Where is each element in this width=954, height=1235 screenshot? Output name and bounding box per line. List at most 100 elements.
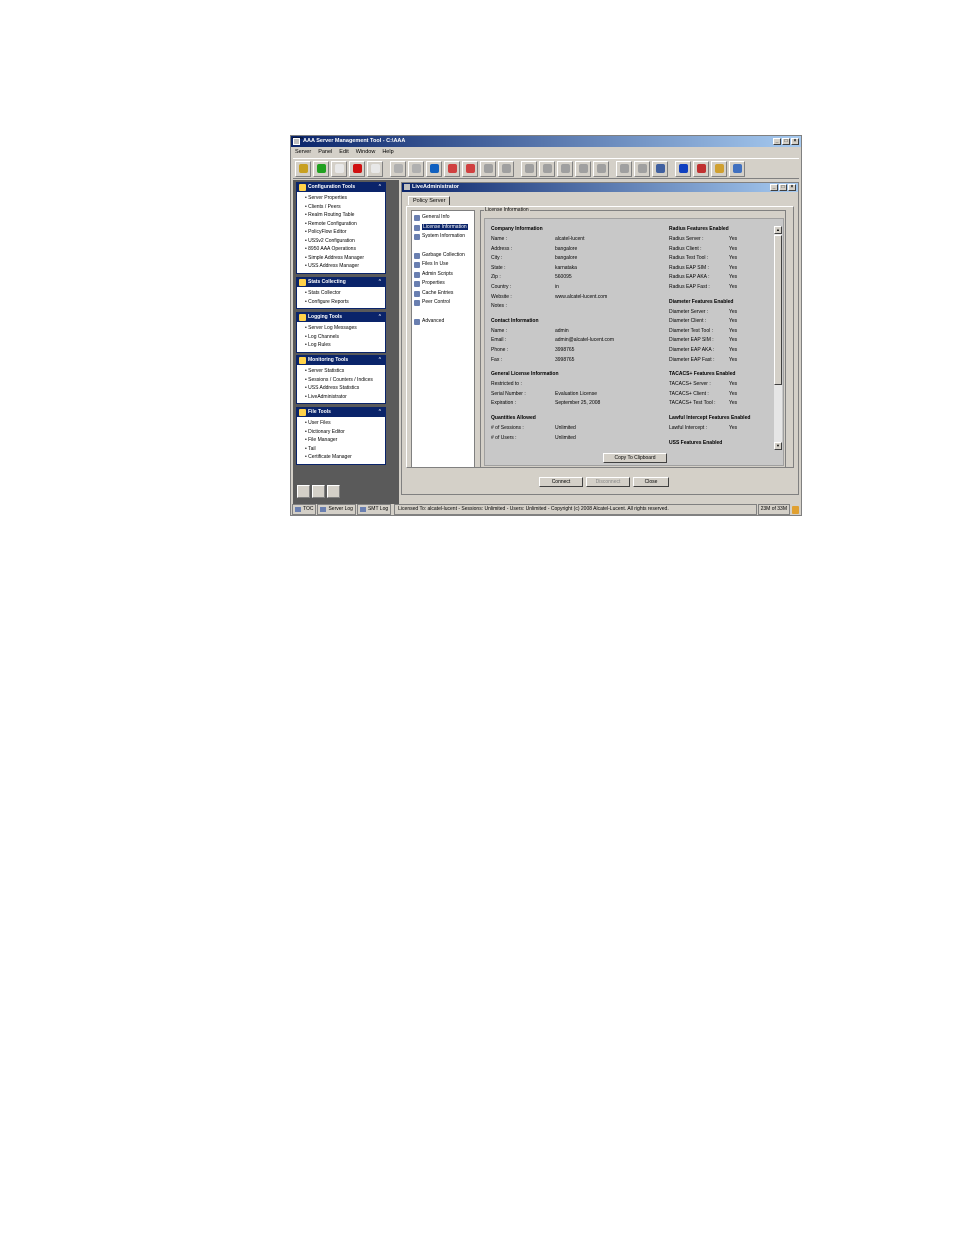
nav-item-peer-control[interactable]: Peer Control xyxy=(412,298,474,308)
copy-to-clipboard-button[interactable]: Copy To Clipboard xyxy=(603,453,667,463)
child-maximize-button[interactable]: □ xyxy=(779,184,787,191)
status-tab-server-log[interactable]: Server Log xyxy=(317,504,356,515)
nav-item-garbage-collection[interactable]: Garbage Collection xyxy=(412,251,474,261)
child-close-button[interactable]: × xyxy=(788,184,796,191)
panel-up-icon[interactable] xyxy=(297,485,310,498)
menu-server[interactable]: Server xyxy=(295,149,311,155)
tool-uss-address-manager[interactable]: USS Address Manager xyxy=(305,262,385,271)
section-title: Stats Collecting xyxy=(308,279,346,285)
nav-item-system-information[interactable]: System Information xyxy=(412,232,474,242)
tool-server-statistics[interactable]: Server Statistics xyxy=(305,367,385,376)
connect-button[interactable]: Connect xyxy=(539,477,583,487)
tool-uss-address-statistics[interactable]: USS Address Statistics xyxy=(305,384,385,393)
tool-server-log-messages[interactable]: Server Log Messages xyxy=(305,324,385,333)
sync-icon[interactable] xyxy=(498,160,514,177)
close-dialog-button[interactable]: Close xyxy=(633,477,669,487)
report-icon[interactable] xyxy=(634,160,650,177)
section-header[interactable]: Configuration Tools ⌃ xyxy=(297,183,385,192)
tool-log-channels[interactable]: Log Channels xyxy=(305,333,385,342)
disconnect-button[interactable]: Disconnect xyxy=(586,477,630,487)
tool-stats-collector[interactable]: Stats Collector xyxy=(305,289,385,298)
tool-simple-address-manager[interactable]: Simple Address Manager xyxy=(305,254,385,263)
tool-clients-peers[interactable]: Clients / Peers xyxy=(305,203,385,212)
nav-item-cache-entries[interactable]: Cache Entries xyxy=(412,289,474,299)
child-minimize-button[interactable]: _ xyxy=(770,184,778,191)
scroll-down-icon[interactable]: ▼ xyxy=(774,442,782,450)
scroll-thumb[interactable] xyxy=(774,235,782,385)
start-icon[interactable] xyxy=(313,160,329,177)
zoom-in-icon[interactable] xyxy=(575,160,591,177)
license-left-column: Company Information Name : alcatel-lucent A… xyxy=(491,224,661,443)
scroll-up-icon[interactable]: ▲ xyxy=(774,226,782,234)
print-icon[interactable] xyxy=(480,160,496,177)
settings-icon[interactable] xyxy=(616,160,632,177)
copy-icon[interactable] xyxy=(539,160,555,177)
toolbar xyxy=(293,158,799,179)
zoom-out-icon[interactable] xyxy=(593,160,609,177)
stop-icon[interactable] xyxy=(349,160,365,177)
nav-item-advanced[interactable]: Advanced xyxy=(412,317,474,327)
tool-log-rules[interactable]: Log Rules xyxy=(305,341,385,350)
tools-icon[interactable] xyxy=(711,160,727,177)
tool-ussv2-configuration[interactable]: USSv2 Configuration xyxy=(305,237,385,246)
status-tab-smt-log[interactable]: SMT Log xyxy=(356,504,392,515)
nav-item-general-info[interactable]: General Info xyxy=(412,213,474,223)
status-bar: TOC Server Log SMT Log Licensed To: alcatel… xyxy=(291,504,801,515)
close-button[interactable]: × xyxy=(791,138,799,145)
help-icon[interactable] xyxy=(675,160,691,177)
cut-icon[interactable] xyxy=(521,160,537,177)
section-header[interactable]: Monitoring Tools ⌃ xyxy=(297,356,385,365)
collapse-icon[interactable]: ⌃ xyxy=(378,278,382,287)
tool-8950-aaa-operations[interactable]: 8950 AAA Operations xyxy=(305,245,385,254)
vertical-scrollbar[interactable]: ▲ ▼ xyxy=(774,226,782,450)
nav-item-admin-scripts[interactable]: Admin Scripts xyxy=(412,270,474,280)
panel-tree-icon[interactable] xyxy=(312,485,325,498)
paste-icon[interactable] xyxy=(557,160,573,177)
refresh-icon[interactable] xyxy=(426,160,442,177)
section-header[interactable]: Stats Collecting ⌃ xyxy=(297,278,385,287)
menu-window[interactable]: Window xyxy=(356,149,376,155)
tool-certificate-manager[interactable]: Certificate Manager xyxy=(305,453,385,462)
status-tab-toc[interactable]: TOC xyxy=(292,504,317,515)
connect-icon[interactable] xyxy=(295,160,311,177)
collapse-icon[interactable]: ⌃ xyxy=(378,408,382,417)
minimize-button[interactable]: _ xyxy=(773,138,781,145)
tool-user-files[interactable]: User Files xyxy=(305,419,385,428)
delete-icon[interactable] xyxy=(462,160,478,177)
nav-item-properties[interactable]: Properties xyxy=(412,279,474,289)
security-icon[interactable] xyxy=(693,160,709,177)
tool-realm-routing-table[interactable]: Realm Routing Table xyxy=(305,211,385,220)
tool-policyflow-editor[interactable]: PolicyFlow Editor xyxy=(305,228,385,237)
tool-tail[interactable]: Tail xyxy=(305,445,385,454)
nav-item-files-in-use[interactable]: Files In Use xyxy=(412,260,474,270)
menu-panel[interactable]: Panel xyxy=(318,149,332,155)
document-icon[interactable] xyxy=(331,160,347,177)
collapse-icon[interactable]: ⌃ xyxy=(378,356,382,365)
maximize-button[interactable]: □ xyxy=(782,138,790,145)
tool-liveadministrator[interactable]: LiveAdministrator xyxy=(305,393,385,402)
smt-log-icon xyxy=(359,507,366,512)
disabled-icon[interactable] xyxy=(390,160,406,177)
calendar-icon[interactable] xyxy=(444,160,460,177)
panel-down-icon[interactable] xyxy=(327,485,340,498)
tab-policy-server[interactable]: Policy Server xyxy=(408,196,451,205)
tool-configure-reports[interactable]: Configure Reports xyxy=(305,298,385,307)
collapse-icon[interactable]: ⌃ xyxy=(378,183,382,192)
database-icon[interactable] xyxy=(729,160,745,177)
section-header[interactable]: File Tools ⌃ xyxy=(297,408,385,417)
tool-file-manager[interactable]: File Manager xyxy=(305,436,385,445)
tool-dictionary-editor[interactable]: Dictionary Editor xyxy=(305,428,385,437)
monitor-icon[interactable] xyxy=(652,160,668,177)
menu-help[interactable]: Help xyxy=(382,149,393,155)
tool-remote-configuration[interactable]: Remote Configuration xyxy=(305,220,385,229)
collapse-icon[interactable]: ⌃ xyxy=(378,313,382,322)
status-tab-label: Server Log xyxy=(328,506,353,512)
tool-sessions-counters-indices[interactable]: Sessions / Counters / Indices xyxy=(305,376,385,385)
field-label: Radius Server : xyxy=(669,236,704,242)
menu-edit[interactable]: Edit xyxy=(339,149,348,155)
disabled-icon[interactable] xyxy=(408,160,424,177)
tool-server-properties[interactable]: Server Properties xyxy=(305,194,385,203)
section-header[interactable]: Logging Tools ⌃ xyxy=(297,313,385,322)
nav-item-license-information[interactable]: License Information xyxy=(412,223,474,233)
page-icon[interactable] xyxy=(367,160,383,177)
